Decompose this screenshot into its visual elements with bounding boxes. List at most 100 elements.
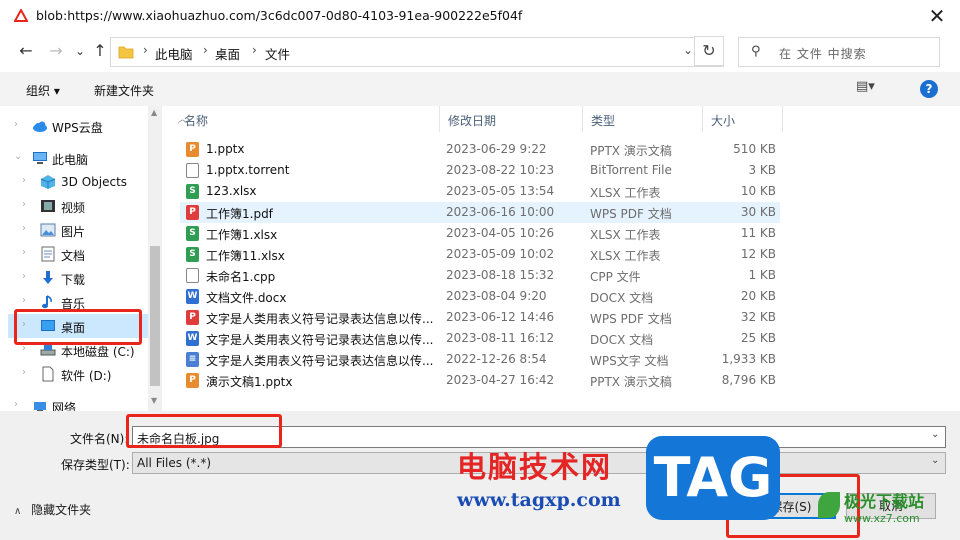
refresh-icon[interactable]: ↻ [694,36,724,66]
expand-chevron-icon[interactable]: › [14,399,18,410]
file-row[interactable]: P 文字是人类用表义符号记录表达信息以传... 2023-06-12 14:46 WP… [180,307,780,328]
column-header-name[interactable]: 名称 ︿ [170,106,440,132]
file-row[interactable]: S 123.xlsx 2023-05-05 13:54 XLSX 工作表 10 KB [180,181,780,202]
expand-chevron-icon[interactable]: › [22,367,26,378]
file-type: WPS文字 文档 [590,354,669,368]
file-list: 名称 ︿ 修改日期 类型 大小 P 1.pptx 2023-06-29 9:22 PP… [170,106,960,411]
sidebar-scrollbar[interactable]: ▲ ▼ [148,106,162,411]
file-type: XLSX 工作表 [590,228,661,242]
expand-chevron-icon[interactable]: › [22,343,26,354]
expand-chevron-icon[interactable]: › [14,119,18,130]
blank-file-icon [186,163,199,178]
sidebar-item-wps-cloud[interactable]: › WPS云盘 [8,114,148,138]
pdf-file-icon: P [186,310,199,325]
file-row[interactable]: S 工作簿11.xlsx 2023-05-09 10:02 XLSX 工作表 12 KB [180,244,780,265]
file-row[interactable]: S 工作簿1.xlsx 2023-04-05 10:26 XLSX 工作表 11 KB [180,223,780,244]
cloud-icon [33,121,47,132]
filename-label: 文件名(N): [70,432,129,446]
address-bar[interactable]: › 此电脑 › 桌面 › 文件 ⌄ [110,37,724,67]
filename-dropdown-icon[interactable]: ⌄ [931,429,939,440]
file-type: CPP 文件 [590,270,641,284]
expand-chevron-icon[interactable]: › [22,271,26,282]
breadcrumb-files[interactable]: 文件 [265,44,290,63]
expand-chevron-icon[interactable]: › [22,319,26,330]
file-size: 8,796 KB [721,373,776,387]
pictures-icon [40,223,56,237]
organize-button[interactable]: 组织 ▾ [26,82,60,99]
scroll-down-icon[interactable]: ▼ [151,396,157,405]
address-dropdown-icon[interactable]: ⌄ [683,43,693,57]
sidebar-item-documents[interactable]: › 文档 [8,242,148,266]
sidebar-item-drive-d[interactable]: › 软件 (D:) [8,362,148,386]
hide-folders-toggle[interactable]: ∧ 隐藏文件夹 [14,501,91,518]
file-row[interactable]: P 工作簿1.pdf 2023-06-16 10:00 WPS PDF 文档 30 KB [180,202,780,223]
file-row[interactable]: 未命名1.cpp 2023-08-18 15:32 CPP 文件 1 KB [180,265,780,286]
scrollbar-thumb[interactable] [150,246,160,386]
sidebar-item-label: WPS云盘 [52,121,103,135]
sidebar-item-pictures[interactable]: › 图片 [8,218,148,242]
expand-chevron-icon[interactable]: › [22,247,26,258]
search-icon: ⚲ [751,44,761,59]
filename-value: 未命名白板.jpg [137,432,220,446]
up-arrow-icon[interactable]: ↑ [90,41,110,61]
expand-chevron-icon[interactable]: › [22,223,26,234]
file-row[interactable]: P 1.pptx 2023-06-29 9:22 PPTX 演示文稿 510 KB [180,139,780,160]
breadcrumb-this-pc[interactable]: 此电脑 [155,44,193,63]
expand-chevron-icon[interactable]: › [22,199,26,210]
file-row[interactable]: 1.pptx.torrent 2023-08-22 10:23 BitTorrent… [180,160,780,181]
expand-chevron-icon[interactable]: › [22,175,26,186]
documents-icon [41,246,55,262]
back-arrow-icon[interactable]: ← [16,41,36,61]
sidebar-item-desktop[interactable]: › 桌面 [8,314,148,338]
file-modified: 2023-04-05 10:26 [446,226,555,240]
breadcrumb-desktop[interactable]: 桌面 [215,44,240,63]
file-name: 工作簿1.pdf [206,207,273,221]
file-name: 1.pptx [206,142,245,156]
search-input[interactable]: ⚲ 在 文件 中搜索 [738,37,940,67]
forward-arrow-icon[interactable]: → [46,41,66,61]
new-folder-button[interactable]: 新建文件夹 [94,82,154,99]
expand-chevron-icon[interactable]: ⌄ [14,151,22,162]
search-placeholder: 在 文件 中搜索 [779,47,867,61]
pptx-file-icon: P [186,142,199,157]
sidebar-item-network[interactable]: › 网络 [8,394,148,411]
sidebar-item-music[interactable]: › 音乐 [8,290,148,314]
column-header-modified[interactable]: 修改日期 [440,106,583,132]
sidebar-item-videos[interactable]: › 视频 [8,194,148,218]
sidebar-item-3d-objects[interactable]: › 3D Objects [8,170,148,194]
file-type: DOCX 文档 [590,333,654,347]
expand-chevron-icon[interactable]: › [22,295,26,306]
file-row[interactable]: W 文字是人类用表义符号记录表达信息以传... 2023-08-11 16:12 DO… [180,328,780,349]
breadcrumb-separator[interactable]: › [203,43,208,57]
file-row[interactable]: W 文档文件.docx 2023-08-04 9:20 DOCX 文档 20 KB [180,286,780,307]
file-size: 1,933 KB [721,352,776,366]
file-type: XLSX 工作表 [590,249,661,263]
recent-locations-chevron-icon[interactable]: ⌄ [70,41,90,61]
file-name: 文字是人类用表义符号记录表达信息以传... [206,333,434,347]
desktop-icon [41,320,55,331]
sidebar-item-local-disk-c[interactable]: › 本地磁盘 (C:) [8,338,148,362]
breadcrumb-separator[interactable]: › [252,43,257,57]
column-header-type[interactable]: 类型 [583,106,703,132]
watermark-logo-name: 极光下载站 [844,492,925,511]
file-row[interactable]: P 演示文稿1.pptx 2023-04-27 16:42 PPTX 演示文稿 8,79… [180,370,780,391]
file-modified: 2023-08-22 10:23 [446,163,555,177]
file-row[interactable]: ≡ 文字是人类用表义符号记录表达信息以传... 2022-12-26 8:54 WPS… [180,349,780,370]
file-size: 30 KB [740,205,776,219]
navigation-pane: › WPS云盘 ⌄ 此电脑 › 3D Objects › 视频 › 图片 › 文… [8,106,162,411]
sidebar-item-downloads[interactable]: › 下载 [8,266,148,290]
close-icon[interactable]: ✕ [920,2,954,30]
sidebar-item-this-pc[interactable]: ⌄ 此电脑 [8,146,148,170]
window-title: blob:https://www.xiaohuazhuo.com/3c6dc00… [36,8,523,23]
file-type: WPS PDF 文档 [590,207,672,221]
file-modified: 2023-08-04 9:20 [446,289,547,303]
file-size: 1 KB [748,268,776,282]
help-icon[interactable]: ? [920,80,938,98]
docx-file-icon: W [186,289,199,304]
scroll-up-icon[interactable]: ▲ [151,108,157,117]
save-type-dropdown-icon[interactable]: ⌄ [931,455,939,466]
column-header-size[interactable]: 大小 [703,106,783,132]
watermark-site-url: www.tagxp.com [457,489,621,511]
file-name: 1.pptx.torrent [206,163,290,177]
view-options-icon[interactable]: ▤▾ [856,79,896,94]
